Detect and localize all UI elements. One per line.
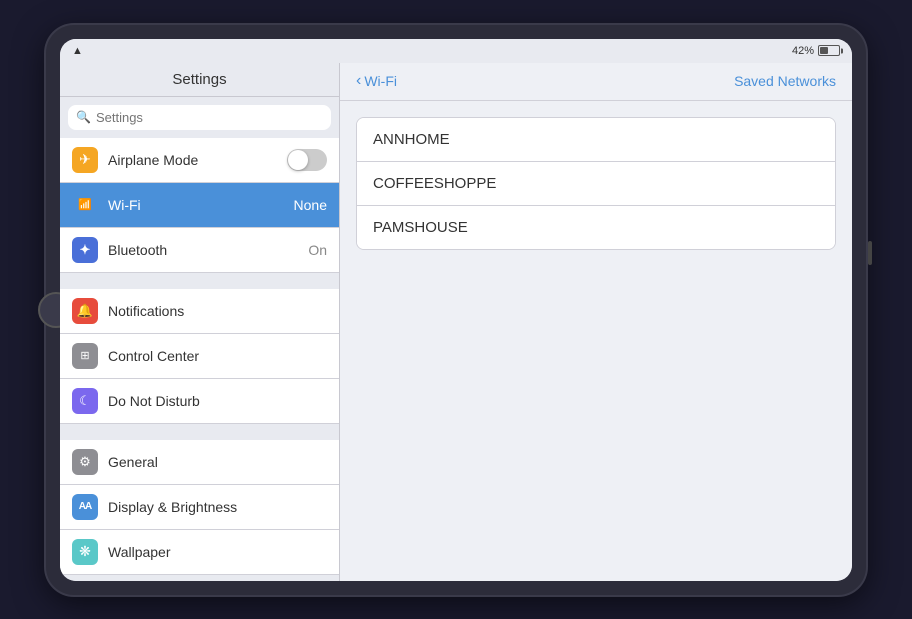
control-center-label: Control Center — [108, 348, 327, 364]
main-header: ‹ Wi-Fi Saved Networks — [340, 63, 852, 101]
wifi-status-icon: ▲ — [72, 45, 83, 57]
search-bar[interactable]: 🔍 — [68, 105, 331, 130]
do-not-disturb-label: Do Not Disturb — [108, 393, 327, 409]
sidebar-item-bluetooth[interactable]: ✦ Bluetooth On — [60, 228, 339, 273]
display-brightness-icon: AA — [72, 494, 98, 520]
battery-percent: 42% — [792, 45, 814, 57]
battery-icon — [818, 45, 840, 56]
main-content: ANNHOME COFFEESHOPPE PAMSHOUSE — [340, 101, 852, 581]
network-item-pamshouse[interactable]: PAMSHOUSE — [357, 206, 835, 249]
screen: ▲ 42% Settings 🔍 — [60, 39, 852, 581]
networks-card: ANNHOME COFFEESHOPPE PAMSHOUSE — [356, 117, 836, 250]
status-right: 42% — [792, 45, 840, 57]
sidebar-item-airplane-mode[interactable]: ✈ Airplane Mode — [60, 138, 339, 183]
network-name-annhome: ANNHOME — [373, 131, 450, 148]
wifi-value: None — [294, 197, 327, 213]
search-input[interactable] — [96, 110, 323, 125]
general-label: General — [108, 454, 327, 470]
status-bar: ▲ 42% — [60, 39, 852, 63]
settings-group-1: ✈ Airplane Mode 📶 Wi-Fi None — [60, 138, 339, 273]
do-not-disturb-icon: ☾ — [72, 388, 98, 414]
back-label: Wi-Fi — [364, 73, 397, 89]
sidebar-item-control-center[interactable]: ⊞ Control Center — [60, 334, 339, 379]
side-button[interactable] — [868, 241, 872, 265]
sidebar-item-display-brightness[interactable]: AA Display & Brightness — [60, 485, 339, 530]
sidebar-item-do-not-disturb[interactable]: ☾ Do Not Disturb — [60, 379, 339, 424]
sidebar-item-general[interactable]: ⚙ General — [60, 440, 339, 485]
airplane-mode-icon: ✈ — [72, 147, 98, 173]
sidebar-item-wifi[interactable]: 📶 Wi-Fi None — [60, 183, 339, 228]
sidebar-header: Settings — [60, 63, 339, 97]
general-icon: ⚙ — [72, 449, 98, 475]
control-center-icon: ⊞ — [72, 343, 98, 369]
display-brightness-label: Display & Brightness — [108, 499, 327, 515]
saved-networks-button[interactable]: Saved Networks — [734, 73, 836, 89]
network-item-coffeeshoppe[interactable]: COFFEESHOPPE — [357, 162, 835, 206]
group-divider-1 — [60, 273, 339, 289]
sidebar-item-wallpaper[interactable]: ❋ Wallpaper — [60, 530, 339, 575]
toggle-thumb — [288, 150, 308, 170]
sidebar: Settings 🔍 ✈ Airplane Mode — [60, 63, 340, 581]
wifi-icon: 📶 — [72, 192, 98, 218]
bluetooth-label: Bluetooth — [108, 242, 298, 258]
bluetooth-icon: ✦ — [72, 237, 98, 263]
main-panel: ‹ Wi-Fi Saved Networks ANNHOME COFFEESHO… — [340, 63, 852, 581]
search-icon: 🔍 — [76, 110, 91, 124]
content-area: Settings 🔍 ✈ Airplane Mode — [60, 63, 852, 581]
bluetooth-value: On — [308, 242, 327, 258]
airplane-mode-label: Airplane Mode — [108, 152, 277, 168]
chevron-left-icon: ‹ — [356, 72, 361, 90]
network-item-annhome[interactable]: ANNHOME — [357, 118, 835, 162]
ipad-device: ▲ 42% Settings 🔍 — [46, 25, 866, 595]
group-divider-2 — [60, 424, 339, 440]
back-button[interactable]: ‹ Wi-Fi — [356, 72, 397, 90]
notifications-icon: 🔔 — [72, 298, 98, 324]
settings-group-3: ⚙ General AA Display & Brightness ❋ Wall… — [60, 440, 339, 575]
sidebar-item-notifications[interactable]: 🔔 Notifications — [60, 289, 339, 334]
network-name-coffeeshoppe: COFFEESHOPPE — [373, 175, 496, 192]
settings-group-2: 🔔 Notifications ⊞ Control Center ☾ Do No… — [60, 289, 339, 424]
network-name-pamshouse: PAMSHOUSE — [373, 219, 468, 236]
settings-list: ✈ Airplane Mode 📶 Wi-Fi None — [60, 138, 339, 581]
notifications-label: Notifications — [108, 303, 327, 319]
wallpaper-icon: ❋ — [72, 539, 98, 565]
wallpaper-label: Wallpaper — [108, 544, 327, 560]
status-left: ▲ — [72, 45, 83, 57]
battery-fill — [820, 47, 828, 54]
airplane-mode-toggle[interactable] — [287, 149, 327, 171]
wifi-label: Wi-Fi — [108, 197, 284, 213]
